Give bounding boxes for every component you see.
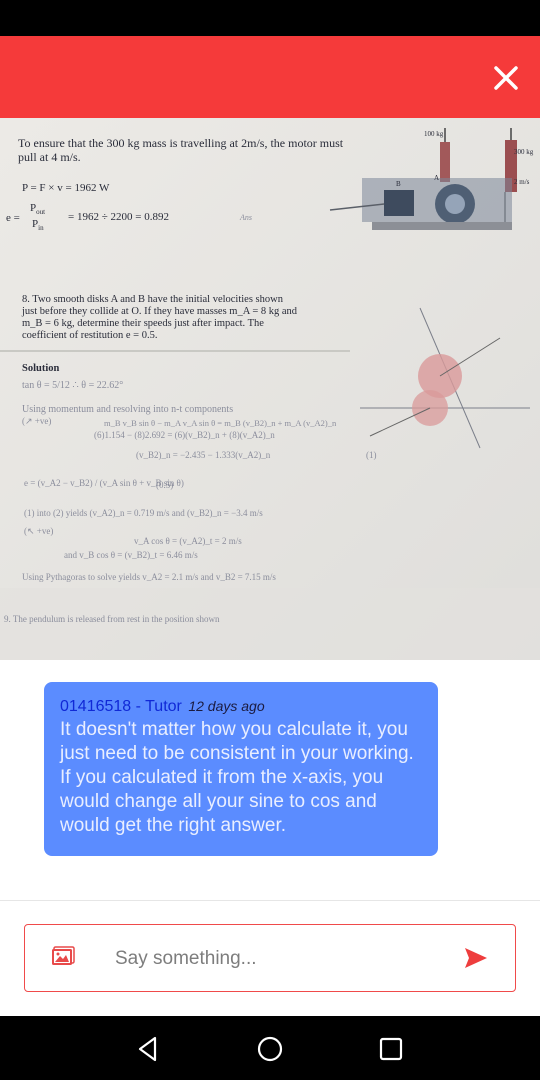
photo-fig-mass2: 300 kg — [514, 148, 534, 156]
photo-solution-heading: Solution — [22, 363, 60, 374]
photo-sol-4: m_B v_B sin θ − m_A v_A sin θ = m_B (v_B… — [104, 418, 337, 428]
photo-sol-5: (6)1.154 − (8)2.692 = (6)(v_B2)_n + (8)(… — [94, 430, 275, 440]
photo-p9: 9. The pendulum is released from rest in… — [4, 614, 220, 624]
photo-p8-line-2: just before they collide at O. If they h… — [22, 306, 298, 317]
status-bar — [0, 0, 540, 36]
photo-ans: Ans — [240, 213, 252, 222]
photo-eq-eff-rhs: = 1962 ÷ 2200 = 0.892 — [68, 211, 169, 223]
navigation-bar — [0, 1016, 540, 1080]
message-sender: 01416518 - Tutor — [60, 698, 182, 715]
photo-sol-9: (0.5) — [156, 480, 174, 490]
message-time: 12 days ago — [188, 698, 265, 714]
photo-sol-2: Using momentum and resolving into n-t co… — [22, 404, 234, 415]
composer-divider — [0, 900, 540, 901]
photo-sol-1: tan θ = 5/12 ∴ θ = 22.62° — [22, 380, 124, 391]
close-button[interactable] — [486, 58, 526, 98]
photo-fig-speed: 2 m/s — [514, 178, 530, 186]
photo-sol-10: (1) into (2) yields (v_A2)_n = 0.719 m/s… — [24, 508, 263, 518]
gallery-button[interactable] — [51, 945, 75, 969]
photo-sol-12: v_A cos θ = (v_A2)_t = 2 m/s — [134, 536, 242, 546]
message-text: It doesn't matter how you calculate it, … — [60, 719, 414, 836]
home-button[interactable] — [255, 1034, 285, 1064]
send-icon — [465, 948, 487, 968]
recents-button[interactable] — [376, 1034, 406, 1064]
message-bubble[interactable]: 01416518 - Tutor 12 days ago It doesn't … — [44, 682, 438, 856]
photo-eq-eff-den: Pin — [32, 218, 44, 233]
composer — [24, 924, 516, 992]
photo-sol-7: (1) — [366, 450, 377, 460]
photo-fig-label-a: A — [434, 174, 440, 182]
photo-p8-line-4: coefficient of restitution e = 0.5. — [22, 330, 158, 341]
recents-square-icon — [379, 1037, 403, 1061]
photo-sol-13: and v_B cos θ = (v_B2)_t = 6.46 m/s — [64, 550, 198, 560]
photo-eq-power: P = F × v = 1962 W — [22, 182, 110, 194]
chat-area: 01416518 - Tutor 12 days ago It doesn't … — [0, 660, 540, 900]
photo-line-2: pull at 4 m/s. — [18, 150, 81, 164]
message-input[interactable] — [113, 939, 447, 979]
photo-sol-3: (↗ +ve) — [22, 416, 52, 426]
back-button[interactable] — [134, 1034, 164, 1064]
photo-fig-mass1: 100 kg — [424, 130, 444, 138]
photo-sol-14: Using Pythagoras to solve yields v_A2 = … — [22, 572, 276, 582]
photo-sol-11: (↖ +ve) — [24, 526, 54, 536]
attached-photo[interactable]: To ensure that the 300 kg mass is travel… — [0, 118, 540, 660]
home-circle-icon — [257, 1036, 283, 1062]
photo-p8-line-1: 8. Two smooth disks A and B have the ini… — [22, 294, 283, 305]
photo-eq-eff-lhs: e = — [6, 212, 20, 224]
photo-eq-eff-num: Pout — [30, 202, 46, 217]
send-button[interactable] — [463, 945, 489, 971]
back-triangle-icon — [138, 1036, 157, 1062]
photo-sol-6: (v_B2)_n = −2.435 − 1.333(v_A2)_n — [136, 450, 271, 460]
photo-fig-label-b: B — [396, 180, 401, 188]
message-header: 01416518 - Tutor 12 days ago — [60, 696, 424, 717]
app-header — [0, 36, 540, 118]
close-icon — [494, 66, 518, 90]
photo-p8-line-3: m_B = 6 kg, determine their speeds just … — [22, 318, 264, 329]
gallery-icon — [52, 946, 75, 965]
photo-line-1: To ensure that the 300 kg mass is travel… — [18, 136, 344, 150]
